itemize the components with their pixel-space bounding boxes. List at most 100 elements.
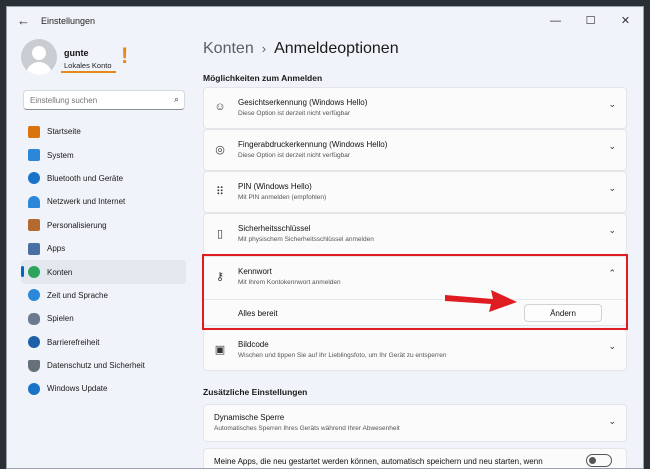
back-arrow-icon[interactable]: ← bbox=[17, 13, 30, 28]
option-description: Diese Option ist derzeit nicht verfügbar bbox=[238, 152, 350, 159]
setting-title: Meine Apps, die neu gestartet werden kön… bbox=[214, 457, 543, 466]
accessibility-icon bbox=[28, 336, 40, 349]
sidebar-item-startseite[interactable]: Startseite bbox=[21, 120, 186, 143]
option-title: Kennwort bbox=[238, 267, 272, 276]
setting-dynamic-lock[interactable]: Dynamische Sperre Automatisches Sperren … bbox=[203, 404, 627, 442]
sidebar-item-label: Spielen bbox=[47, 314, 74, 324]
sidebar-item-konten[interactable]: Konten bbox=[21, 260, 186, 284]
sidebar-item-label: System bbox=[47, 150, 74, 160]
annotation-exclamation: ! bbox=[121, 43, 129, 68]
avatar-body bbox=[26, 62, 52, 75]
sidebar-item-system[interactable]: System bbox=[21, 143, 186, 166]
fingerprint-icon: ◎ bbox=[215, 144, 225, 156]
option-face-recognition[interactable]: ☺ Gesichtserkennung (Windows Hello) Dies… bbox=[203, 87, 627, 129]
option-title: Fingerabdruckerkennung (Windows Hello) bbox=[238, 140, 388, 149]
face-icon: ☺ bbox=[214, 101, 226, 113]
search-input[interactable] bbox=[28, 93, 168, 108]
keypad-icon: ⠿ bbox=[215, 186, 225, 198]
setting-title: Dynamische Sperre bbox=[214, 413, 285, 422]
option-description: Wischen und tippen Sie auf Ihr Lieblings… bbox=[238, 352, 447, 359]
chevron-down-icon[interactable]: ⌄ bbox=[608, 99, 616, 110]
home-icon bbox=[28, 125, 40, 138]
page-title: Konten › Anmeldeoptionen bbox=[203, 40, 399, 58]
sidebar-item-privacy[interactable]: Datenschutz und Sicherheit bbox=[21, 354, 186, 377]
chevron-up-icon[interactable]: ⌃ bbox=[608, 268, 616, 279]
chevron-down-icon[interactable]: ⌄ bbox=[608, 183, 616, 194]
system-icon bbox=[28, 149, 40, 162]
sidebar-item-time-language[interactable]: Zeit und Sprache bbox=[21, 284, 186, 307]
section-heading-additional: Zusätzliche Einstellungen bbox=[203, 387, 308, 397]
sidebar-item-personalization[interactable]: Personalisierung bbox=[21, 214, 186, 237]
sidebar-item-label: Zeit und Sprache bbox=[47, 290, 108, 300]
gamepad-icon bbox=[28, 312, 40, 325]
sidebar-nav: Startseite System Bluetooth und Geräte N… bbox=[21, 120, 186, 401]
wifi-icon bbox=[28, 195, 40, 208]
option-fingerprint[interactable]: ◎ Fingerabdruckerkennung (Windows Hello)… bbox=[203, 129, 627, 171]
sidebar-item-label: Bluetooth und Geräte bbox=[47, 173, 124, 183]
picture-icon: ▣ bbox=[214, 344, 226, 356]
maximize-icon[interactable]: ☐ bbox=[573, 7, 608, 35]
clock-icon bbox=[28, 289, 40, 302]
sidebar-item-windows-update[interactable]: Windows Update bbox=[21, 377, 186, 400]
password-status: Alles bereit bbox=[238, 309, 278, 318]
window-controls: — ☐ ✕ bbox=[538, 7, 643, 35]
option-title: PIN (Windows Hello) bbox=[238, 182, 312, 191]
setting-restart-apps[interactable]: Meine Apps, die neu gestartet werden kön… bbox=[203, 448, 627, 468]
change-password-button[interactable]: Ändern bbox=[524, 304, 602, 322]
sidebar-item-accessibility[interactable]: Barrierefreiheit bbox=[21, 331, 186, 354]
option-description: Mit PIN anmelden (empfohlen) bbox=[238, 194, 327, 201]
sidebar-item-label: Startseite bbox=[47, 127, 81, 137]
section-heading-signin: Möglichkeiten zum Anmelden bbox=[203, 73, 323, 83]
option-title: Sicherheitsschlüssel bbox=[238, 224, 311, 233]
sidebar-item-bluetooth[interactable]: Bluetooth und Geräte bbox=[21, 167, 186, 190]
option-title: Bildcode bbox=[238, 340, 269, 349]
user-name: gunte bbox=[64, 48, 89, 58]
restart-apps-toggle[interactable] bbox=[586, 454, 612, 467]
option-description: Diese Option ist derzeit nicht verfügbar bbox=[238, 110, 350, 117]
password-detail-row: Alles bereit Ändern bbox=[204, 299, 626, 326]
minimize-icon[interactable]: — bbox=[538, 7, 573, 35]
chevron-down-icon[interactable]: ⌄ bbox=[608, 341, 616, 352]
app-title: Einstellungen bbox=[41, 16, 96, 26]
update-icon bbox=[28, 382, 40, 395]
account-type: Lokales Konto bbox=[64, 61, 112, 70]
breadcrumb-parent[interactable]: Konten bbox=[203, 40, 254, 57]
option-pin[interactable]: ⠿ PIN (Windows Hello) Mit PIN anmelden (… bbox=[203, 171, 627, 213]
option-picture-password[interactable]: ▣ Bildcode Wischen und tippen Sie auf Ih… bbox=[203, 329, 627, 371]
search-icon[interactable]: ⌕ bbox=[174, 94, 179, 105]
person-icon bbox=[28, 266, 40, 279]
sidebar-item-gaming[interactable]: Spielen bbox=[21, 307, 186, 330]
chevron-down-icon[interactable]: ⌄ bbox=[608, 225, 616, 236]
brush-icon bbox=[28, 219, 40, 232]
setting-description: Automatisches Sperren Ihres Geräts währe… bbox=[214, 425, 400, 432]
breadcrumb-chevron-icon: › bbox=[261, 41, 267, 56]
shield-icon bbox=[28, 359, 40, 372]
option-title: Gesichtserkennung (Windows Hello) bbox=[238, 98, 368, 107]
option-description: Mit Ihrem Kontokennwort anmelden bbox=[238, 279, 341, 286]
close-icon[interactable]: ✕ bbox=[608, 7, 643, 35]
avatar-head bbox=[32, 46, 46, 60]
sidebar-item-label: Datenschutz und Sicherheit bbox=[47, 361, 145, 371]
sidebar-item-label: Apps bbox=[47, 244, 66, 254]
option-password[interactable]: ⚷ Kennwort Mit Ihrem Kontokennwort anmel… bbox=[203, 256, 627, 326]
option-security-key[interactable]: ▯ Sicherheitsschlüssel Mit physischem Si… bbox=[203, 213, 627, 255]
sidebar-item-network[interactable]: Netzwerk und Internet bbox=[21, 190, 186, 213]
sidebar-item-apps[interactable]: Apps bbox=[21, 237, 186, 260]
title-bar: ← Einstellungen — ☐ ✕ bbox=[7, 7, 643, 35]
sidebar-item-label: Netzwerk und Internet bbox=[47, 197, 126, 207]
annotation-arrow-icon bbox=[445, 290, 517, 312]
annotation-underline bbox=[61, 71, 116, 73]
chevron-down-icon[interactable]: ⌄ bbox=[608, 416, 616, 427]
avatar bbox=[21, 39, 57, 75]
breadcrumb-current: Anmeldeoptionen bbox=[274, 40, 399, 57]
option-description: Mit physischem Sicherheitsschlüssel anme… bbox=[238, 236, 374, 243]
sidebar-item-label: Personalisierung bbox=[47, 220, 107, 230]
chevron-down-icon[interactable]: ⌄ bbox=[608, 141, 616, 152]
bluetooth-icon bbox=[28, 172, 40, 185]
search-box[interactable]: ⌕ bbox=[23, 90, 185, 110]
sidebar-item-label: Konten bbox=[47, 267, 73, 277]
usb-key-icon: ▯ bbox=[216, 228, 224, 240]
sidebar-item-label: Windows Update bbox=[47, 384, 108, 394]
sidebar-item-label: Barrierefreiheit bbox=[47, 337, 100, 347]
apps-icon bbox=[28, 242, 40, 255]
